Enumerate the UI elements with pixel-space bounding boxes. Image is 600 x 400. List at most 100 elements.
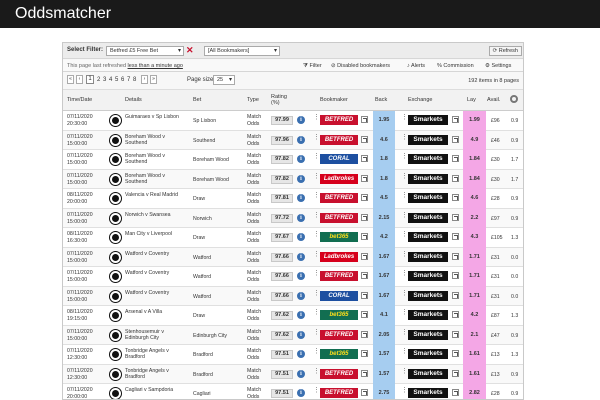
row-details[interactable]: Cagliari v Sampdoria [125,387,187,393]
drag-handle-icon[interactable]: ⋮ [401,173,408,184]
exchange-logo[interactable]: Smarkets [408,310,448,320]
drag-handle-icon[interactable]: ⋮ [313,387,320,398]
drag-handle-icon[interactable]: ⋮ [401,134,408,145]
drag-handle-icon[interactable]: ⋮ [401,329,408,340]
drag-handle-icon[interactable]: ⋮ [401,153,408,164]
last-page-button[interactable]: » [150,75,157,84]
drag-handle-icon[interactable]: ⋮ [313,192,320,203]
col-details[interactable]: Details [125,97,142,103]
drag-handle-icon[interactable]: ⋮ [313,134,320,145]
drag-handle-icon[interactable]: ⋮ [313,251,320,262]
external-link-icon[interactable] [361,272,368,279]
external-link-icon[interactable] [452,135,459,143]
col-bet[interactable]: Bet [193,97,201,103]
info-icon[interactable]: i [297,213,305,222]
table-row[interactable]: 07/11/2020 15:00:00 Boreham Wood v Southen… [63,169,523,189]
exchange-logo[interactable]: Smarkets [408,349,448,359]
filter-select[interactable]: Betfred £5 Free Bet ▾ [106,46,184,56]
table-row[interactable]: 07/11/2020 15:00:00 Watford v Coventry Watf… [63,267,523,287]
exchange-logo[interactable]: Smarkets [408,193,448,203]
bookmaker-logo[interactable]: BETFRED [320,134,358,145]
first-page-button[interactable]: « [67,75,74,84]
external-link-icon[interactable] [452,369,459,377]
page-link[interactable]: 6 [121,76,124,84]
page-link[interactable]: 7 [127,76,130,84]
drag-handle-icon[interactable]: ⋮ [313,309,320,320]
row-details[interactable]: Watford v Coventry [125,251,187,257]
external-link-icon[interactable] [361,311,368,318]
external-link-icon[interactable] [361,252,368,260]
table-row[interactable]: 07/11/2020 15:00:00 Boreham Wood v Southen… [63,130,523,150]
drag-handle-icon[interactable]: ⋮ [313,290,320,301]
drag-handle-icon[interactable]: ⋮ [313,231,320,242]
external-link-icon[interactable] [452,213,459,221]
table-row[interactable]: 08/11/2020 16:30:00 Man City v Liverpool Dr… [63,228,523,248]
row-details[interactable]: Boreham Wood v Southend [125,173,187,185]
drag-handle-icon[interactable]: ⋮ [401,114,408,125]
bookmaker-logo[interactable]: BETFRED [320,212,358,223]
external-link-icon[interactable] [361,350,368,357]
table-row[interactable]: 08/11/2020 20:00:00 Valencia v Real Madrid… [63,189,523,209]
bookmaker-logo[interactable]: BETFRED [320,388,358,398]
bookmaker-select[interactable]: [All Bookmakers] ▾ [204,46,280,56]
col-back[interactable]: Back [375,97,387,103]
page-current[interactable]: 1 [86,75,94,84]
drag-handle-icon[interactable]: ⋮ [401,387,408,398]
next-page-button[interactable]: › [141,75,148,84]
external-link-icon[interactable] [361,233,368,240]
drag-handle-icon[interactable]: ⋮ [401,348,408,359]
table-row[interactable]: 07/11/2020 12:30:00 Tonbridge Angels v Bra… [63,364,523,384]
external-link-icon[interactable] [452,233,459,240]
external-link-icon[interactable] [452,252,459,260]
external-link-icon[interactable] [452,174,459,182]
exchange-logo[interactable]: Smarkets [408,134,448,145]
info-icon[interactable]: i [297,369,305,378]
page-link[interactable]: 3 [103,76,106,84]
page-link[interactable]: 2 [97,76,100,84]
row-details[interactable]: Norwich v Swansea [125,212,187,218]
drag-handle-icon[interactable]: ⋮ [401,192,408,203]
external-link-icon[interactable] [361,291,368,299]
drag-handle-icon[interactable]: ⋮ [401,309,408,320]
drag-handle-icon[interactable]: ⋮ [313,329,320,340]
page-size-select[interactable]: 25 ▾ [213,75,235,85]
exchange-logo[interactable]: Smarkets [408,329,448,340]
external-link-icon[interactable] [361,369,368,377]
bookmaker-logo[interactable]: CORAL [320,290,358,301]
settings-button[interactable]: ⚙ Settings [483,62,513,71]
external-link-icon[interactable] [361,389,368,396]
drag-handle-icon[interactable]: ⋮ [313,114,320,125]
refresh-button[interactable]: ⟳ Refresh [488,46,522,56]
external-link-icon[interactable] [361,174,368,182]
external-link-icon[interactable] [452,272,459,279]
external-link-icon[interactable] [452,330,459,338]
info-icon[interactable]: i [297,291,305,300]
table-row[interactable]: 07/11/2020 20:00:00 Cagliari v Sampdoria Ca… [63,384,523,399]
drag-handle-icon[interactable]: ⋮ [401,270,408,281]
commission-button[interactable]: % Commission [435,62,476,71]
page-link[interactable]: 8 [133,76,136,84]
bookmaker-logo[interactable]: bet365 [320,310,358,320]
col-avail[interactable]: Avail. [487,97,500,103]
info-icon[interactable]: i [297,194,305,202]
disabled-bookmakers-button[interactable]: ⊘ Disabled bookmakers [329,62,392,71]
bookmaker-logo[interactable]: BETFRED [320,329,358,340]
bookmaker-logo[interactable]: CORAL [320,154,358,164]
row-details[interactable]: Watford v Coventry [125,270,187,276]
info-icon[interactable]: i [297,330,305,339]
filter-button[interactable]: ⧩ Filter [301,62,324,71]
external-link-icon[interactable] [452,350,459,357]
column-settings-icon[interactable] [510,95,518,103]
info-icon[interactable]: i [297,174,305,183]
table-row[interactable]: 07/11/2020 20:30:00 Guimaraes v Sp Lisbon S… [63,111,523,131]
col-type[interactable]: Type [247,97,259,103]
drag-handle-icon[interactable]: ⋮ [313,173,320,184]
table-row[interactable]: 08/11/2020 19:15:00 Arsenal v A Villa Draw M… [63,306,523,326]
external-link-icon[interactable] [452,194,459,201]
info-icon[interactable]: i [297,233,305,241]
external-link-icon[interactable] [452,311,459,318]
row-details[interactable]: Tonbridge Angels v Bradford [125,348,187,360]
bookmaker-logo[interactable]: Ladbrokes [320,173,358,184]
info-icon[interactable]: i [297,311,305,319]
info-icon[interactable]: i [297,350,305,358]
